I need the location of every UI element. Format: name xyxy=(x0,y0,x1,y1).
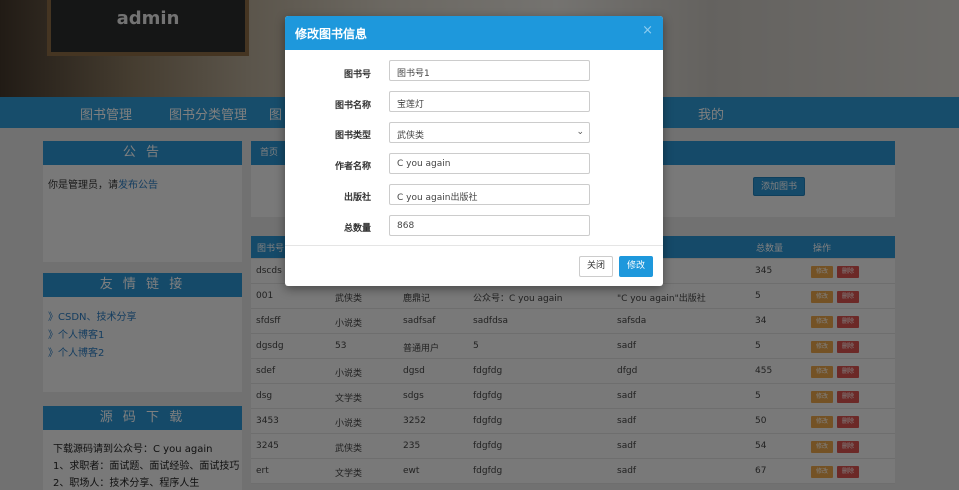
total-input[interactable]: 868 xyxy=(389,215,590,236)
modal-footer-divider xyxy=(285,245,663,246)
author-input[interactable]: C you again xyxy=(389,153,590,174)
total-label: 总数量 xyxy=(343,224,371,234)
book-type-value: 武侠类 xyxy=(397,131,425,141)
book-id-input[interactable]: 图书号1 xyxy=(389,60,590,81)
book-name-input[interactable]: 宝莲灯 xyxy=(389,91,590,112)
book-name-label: 图书名称 xyxy=(334,101,371,111)
save-button[interactable]: 修改 xyxy=(619,256,653,277)
chevron-down-icon: ⌄ xyxy=(576,127,584,137)
author-label: 作者名称 xyxy=(334,162,371,172)
publisher-label: 出版社 xyxy=(343,193,371,203)
book-id-label: 图书号 xyxy=(343,70,371,80)
modal-header: 修改图书信息 × xyxy=(285,16,663,50)
publisher-input[interactable]: C you again出版社 xyxy=(389,184,590,205)
book-type-select[interactable]: 武侠类 ⌄ xyxy=(389,122,590,143)
close-button[interactable]: 关闭 xyxy=(579,256,613,277)
book-type-label: 图书类型 xyxy=(334,131,371,141)
close-icon[interactable]: × xyxy=(642,23,653,38)
edit-book-modal: 修改图书信息 × 图书号 图书号1 图书名称 宝莲灯 图书类型 武侠类 ⌄ 作者… xyxy=(285,16,663,286)
modal-title: 修改图书信息 xyxy=(295,27,368,41)
